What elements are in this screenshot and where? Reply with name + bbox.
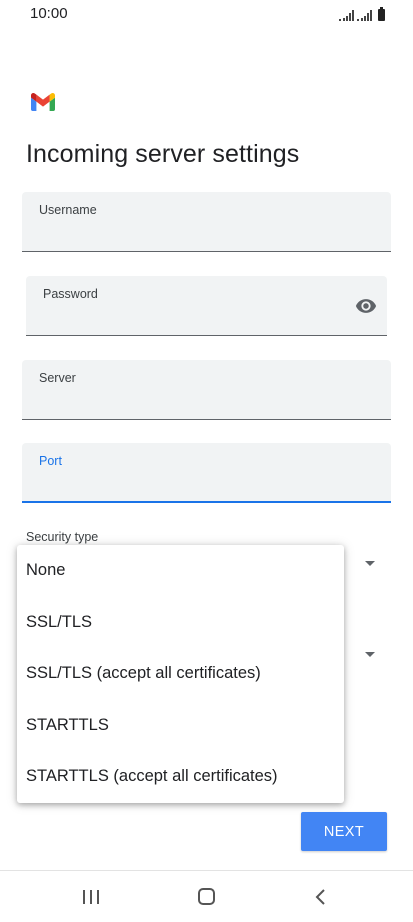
signal-icon <box>339 9 354 21</box>
menu-item-ssl-tls-accept-all[interactable]: SSL/TLS (accept all certificates) <box>17 648 344 700</box>
username-label: Username <box>39 203 97 217</box>
status-time: 10:00 <box>30 5 68 22</box>
signal-icon <box>357 9 372 21</box>
gmail-logo-icon <box>31 93 55 111</box>
port-input[interactable] <box>39 478 335 495</box>
username-field[interactable]: Username <box>22 192 391 252</box>
server-input[interactable] <box>39 396 335 413</box>
navigation-bar <box>0 870 413 922</box>
status-icons <box>339 7 385 21</box>
page-title: Incoming server settings <box>26 140 300 168</box>
server-label: Server <box>39 371 76 385</box>
chevron-down-icon[interactable] <box>365 561 375 566</box>
security-type-menu: None SSL/TLS SSL/TLS (accept all certifi… <box>17 545 344 803</box>
back-icon[interactable] <box>314 889 328 905</box>
home-icon[interactable] <box>198 888 215 905</box>
recents-icon[interactable] <box>83 890 99 904</box>
next-button[interactable]: NEXT <box>301 812 387 851</box>
menu-item-starttls[interactable]: STARTTLS <box>17 700 344 752</box>
password-label: Password <box>43 287 98 301</box>
port-field[interactable]: Port <box>22 443 391 503</box>
menu-item-ssl-tls[interactable]: SSL/TLS <box>17 597 344 649</box>
security-type-label: Security type <box>26 530 99 544</box>
status-bar: 10:00 <box>0 0 413 30</box>
server-field[interactable]: Server <box>22 360 391 420</box>
eye-icon[interactable] <box>354 295 378 317</box>
port-label: Port <box>39 454 62 468</box>
password-field[interactable]: Password <box>26 276 387 336</box>
username-input[interactable] <box>39 228 335 245</box>
chevron-down-icon[interactable] <box>365 652 375 657</box>
battery-icon <box>378 7 385 21</box>
menu-item-starttls-accept-all[interactable]: STARTTLS (accept all certificates) <box>17 751 344 803</box>
password-input[interactable] <box>43 312 332 329</box>
menu-item-none[interactable]: None <box>17 545 344 597</box>
